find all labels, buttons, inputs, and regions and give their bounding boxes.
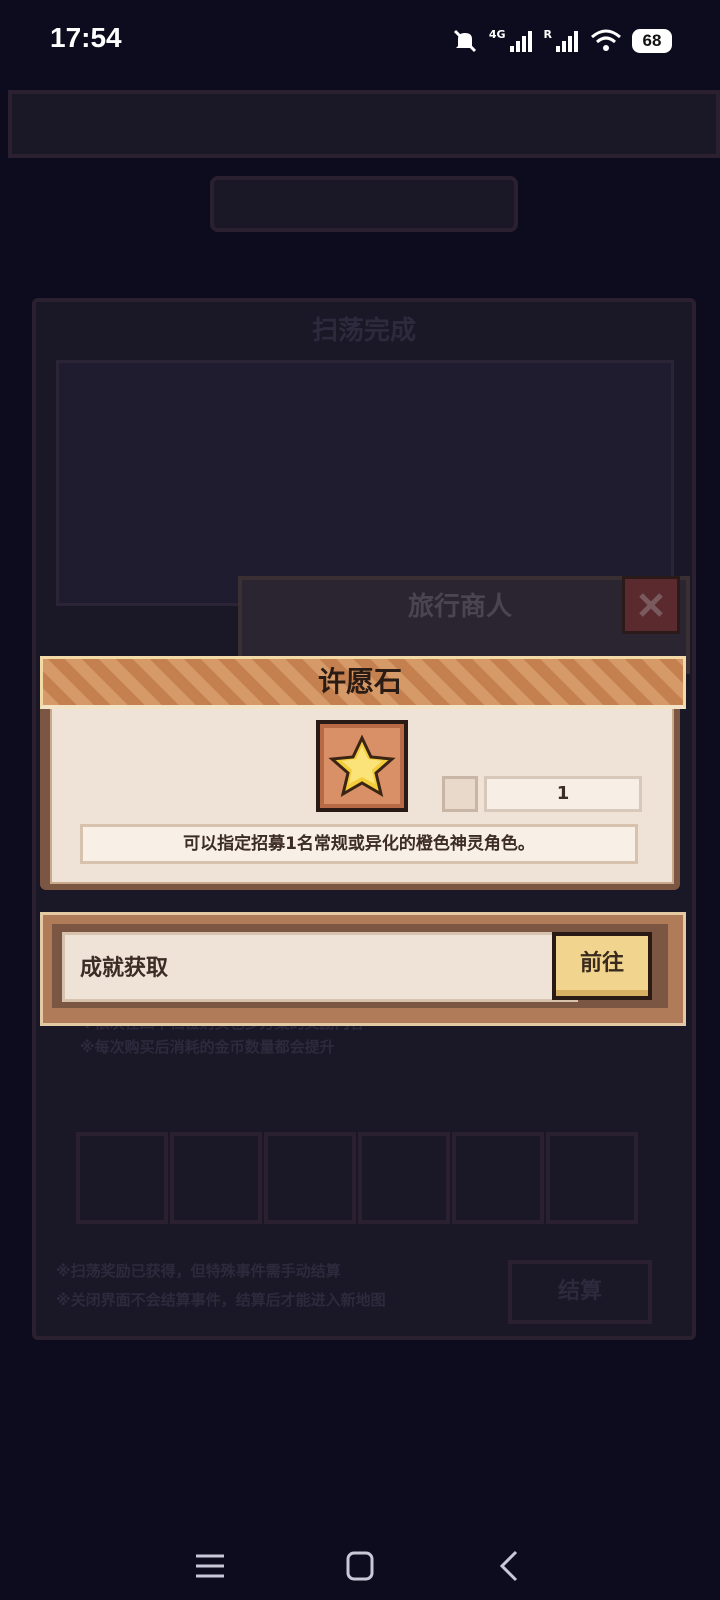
footer-tip-2: ※关闭界面不会结算事件，结算后才能进入新地图: [56, 1291, 386, 1309]
merchant-title: 旅行商人: [407, 592, 512, 622]
item-icon-box: [316, 720, 408, 812]
mute-icon: [453, 29, 476, 53]
merchant-close-button[interactable]: [622, 576, 680, 634]
quantity-row: 1: [442, 776, 642, 812]
settle-button: 结算: [508, 1260, 652, 1324]
clock: 17:54: [50, 22, 122, 53]
back-icon[interactable]: [490, 1548, 530, 1584]
tip-2: ※每次购买后消耗的金币数量都会提升: [80, 1038, 335, 1056]
item-grid: [76, 1132, 638, 1224]
grid-slot: [546, 1132, 638, 1224]
stage-banner: [210, 176, 518, 232]
quantity-value: 1: [484, 776, 642, 812]
grid-slot: [264, 1132, 356, 1224]
inventory-icon: [442, 776, 478, 812]
footer-tip-1: ※扫荡奖励已获得，但特殊事件需手动结算: [56, 1262, 341, 1280]
star-icon: [328, 734, 396, 798]
sweep-title: 扫荡完成: [311, 316, 416, 346]
wifi-icon: [591, 29, 621, 51]
grid-slot: [170, 1132, 262, 1224]
menu-icon[interactable]: [190, 1548, 230, 1584]
sweep-scene: [56, 360, 674, 606]
battery-indicator: 68: [632, 29, 672, 53]
source-label: 成就获取: [80, 956, 169, 981]
footer-tips: ※扫荡奖励已获得，但特殊事件需手动结算 ※关闭界面不会结算事件，结算后才能进入新…: [56, 1260, 506, 1320]
acquire-source-panel: 成就获取 前往: [40, 912, 686, 1026]
signal-icon-2: [556, 31, 578, 52]
status-bar: 17:54 4G R 68: [0, 0, 720, 84]
item-description: 可以指定招募1名常规或异化的橙色神灵角色。: [80, 824, 638, 864]
status-icons: 4G R 68: [451, 26, 672, 56]
roaming-label: R: [543, 27, 552, 41]
system-nav-bar: [0, 1530, 720, 1600]
top-resource-bar: [8, 90, 720, 158]
home-icon[interactable]: [340, 1548, 380, 1584]
modal-title: 许愿石: [317, 665, 402, 698]
close-icon: [639, 593, 663, 617]
network-type-label: 4G: [488, 27, 506, 41]
grid-slot: [76, 1132, 168, 1224]
item-detail-modal: 许愿石 1 可以指定招募1名常规或异化的橙色神灵角色。: [40, 656, 686, 890]
grid-slot: [452, 1132, 544, 1224]
signal-icon: [509, 31, 532, 52]
go-button[interactable]: 前往: [552, 932, 652, 1000]
grid-slot: [358, 1132, 450, 1224]
